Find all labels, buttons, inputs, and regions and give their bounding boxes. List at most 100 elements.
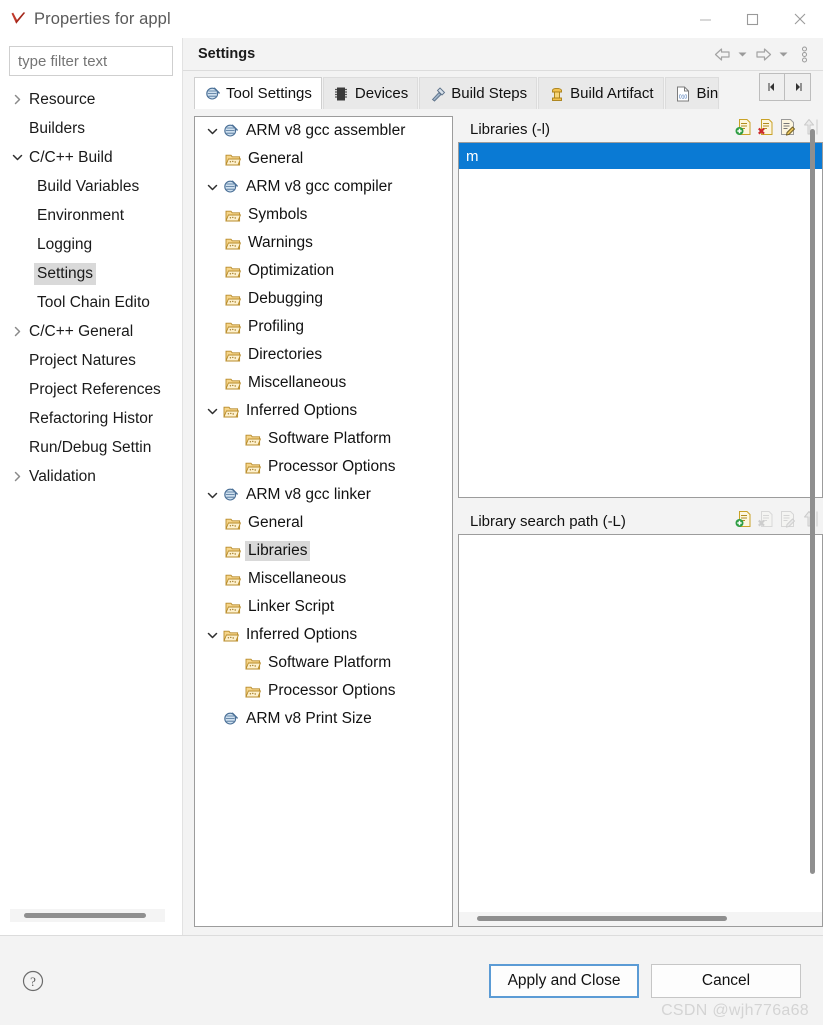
chevron-down-icon[interactable] <box>204 182 220 193</box>
chevron-down-icon[interactable] <box>204 126 220 137</box>
tab-scroll-prev-button[interactable] <box>759 73 785 101</box>
nav-horizontal-scrollbar[interactable] <box>10 909 165 922</box>
sidebar-item-build-variables[interactable]: Build Variables <box>0 172 182 201</box>
maximize-button[interactable] <box>729 0 776 38</box>
option-tree-item[interactable]: Miscellaneous <box>195 565 452 593</box>
tab-build-steps[interactable]: Build Steps <box>419 77 538 109</box>
option-tree-item[interactable]: Processor Options <box>195 453 452 481</box>
window-title: Properties for appl <box>34 9 171 28</box>
sidebar-item-resource[interactable]: Resource <box>0 85 182 114</box>
sidebar-item-c-c-build[interactable]: C/C++ Build <box>0 143 182 172</box>
tab-devices[interactable]: Devices <box>322 77 419 109</box>
option-tree-item[interactable]: Processor Options <box>195 677 452 705</box>
page-header-toolbar <box>711 42 823 66</box>
sidebar-item-label: Build Variables <box>37 177 140 195</box>
option-tree-item[interactable]: Symbols <box>195 201 452 229</box>
option-tree-item[interactable]: General <box>195 509 452 537</box>
library-search-path-horizontal-scrollbar[interactable] <box>459 912 822 926</box>
tab-bin[interactable]: 010 Bin <box>664 77 720 109</box>
chevron-right-icon[interactable] <box>8 326 26 337</box>
edit-library-icon[interactable] <box>779 118 797 141</box>
sidebar-item-label: C/C++ Build <box>29 148 113 166</box>
option-tree-item[interactable]: Software Platform <box>195 649 452 677</box>
option-tree-label: Directories <box>248 346 323 363</box>
option-tree-item[interactable]: Debugging <box>195 285 452 313</box>
chevron-down-icon[interactable] <box>204 406 220 417</box>
option-tree-item[interactable]: Linker Script <box>195 593 452 621</box>
option-tree-item[interactable]: Libraries <box>195 537 452 565</box>
help-icon[interactable]: ? <box>20 968 46 994</box>
sidebar-item-validation[interactable]: Validation <box>0 462 182 491</box>
library-search-path-list[interactable] <box>458 535 823 927</box>
scrollbar-thumb[interactable] <box>477 916 727 921</box>
option-tree-item[interactable]: Profiling <box>195 313 452 341</box>
apply-and-close-button[interactable]: Apply and Close <box>489 963 639 998</box>
forward-arrow-icon[interactable] <box>752 42 774 66</box>
tab-tool-settings[interactable]: Tool Settings <box>194 77 322 109</box>
option-tree-item[interactable]: ARM v8 gcc compiler <box>195 173 452 201</box>
option-tree-item[interactable]: Inferred Options <box>195 621 452 649</box>
option-tree-label: Processor Options <box>268 458 396 475</box>
filter-input[interactable] <box>9 46 173 76</box>
option-tree-label: Software Platform <box>268 430 392 447</box>
option-folder-icon <box>242 432 263 447</box>
sidebar-item-label: Builders <box>29 119 85 137</box>
option-tree-item[interactable]: ARM v8 gcc assembler <box>195 117 452 145</box>
back-dropdown-icon[interactable] <box>735 42 750 66</box>
chevron-right-icon[interactable] <box>8 471 26 482</box>
sidebar-item-project-references[interactable]: Project References <box>0 375 182 404</box>
option-tree-label: Linker Script <box>248 598 335 615</box>
delete-library-icon[interactable] <box>757 118 775 141</box>
option-tree-item[interactable]: General <box>195 145 452 173</box>
option-tree-item[interactable]: ARM v8 gcc linker <box>195 481 452 509</box>
build-steps-icon <box>428 86 447 102</box>
libraries-label: Libraries (-l) <box>470 120 551 138</box>
chevron-right-icon[interactable] <box>8 94 26 105</box>
close-button[interactable] <box>776 0 823 38</box>
libraries-group: Libraries (-l) m <box>458 116 823 498</box>
option-tree-item[interactable]: Directories <box>195 341 452 369</box>
option-folder-icon <box>222 348 243 363</box>
sidebar-item-run-debug-settin[interactable]: Run/Debug Settin <box>0 433 182 462</box>
sidebar-item-c-c-general[interactable]: C/C++ General <box>0 317 182 346</box>
option-tree-item[interactable]: Warnings <box>195 229 452 257</box>
sidebar-item-project-natures[interactable]: Project Natures <box>0 346 182 375</box>
sidebar-item-settings[interactable]: Settings <box>0 259 182 288</box>
add-library-icon[interactable] <box>735 118 753 141</box>
chevron-down-icon[interactable] <box>8 152 26 163</box>
sidebar-item-builders[interactable]: Builders <box>0 114 182 143</box>
window-controls <box>682 0 823 38</box>
scrollbar-thumb[interactable] <box>810 129 815 874</box>
option-tree-item[interactable]: Optimization <box>195 257 452 285</box>
option-tree-item[interactable]: Miscellaneous <box>195 369 452 397</box>
page-vertical-scrollbar[interactable] <box>806 115 819 929</box>
option-tree-item[interactable]: Inferred Options <box>195 397 452 425</box>
libraries-list[interactable]: m <box>458 143 823 498</box>
forward-dropdown-icon[interactable] <box>776 42 791 66</box>
tab-list[interactable]: Tool Settings Devices Build Steps Build Art… <box>194 77 759 109</box>
tab-scroll-next-button[interactable] <box>785 73 811 101</box>
scrollbar-thumb[interactable] <box>24 913 146 918</box>
svg-text:?: ? <box>30 974 36 989</box>
tool-option-tree[interactable]: ARM v8 gcc assembler General ARM v8 gcc co… <box>194 116 453 927</box>
sidebar-item-environment[interactable]: Environment <box>0 201 182 230</box>
minimize-button[interactable] <box>682 0 729 38</box>
sidebar-item-refactoring-histor[interactable]: Refactoring Histor <box>0 404 182 433</box>
option-tree-label: Symbols <box>248 206 308 223</box>
add-path-icon[interactable] <box>735 510 753 533</box>
watermark: CSDN @wjh776a68 <box>661 1002 809 1019</box>
sidebar-item-logging[interactable]: Logging <box>0 230 182 259</box>
properties-dialog: Properties for appl ResourceBuildersC/C+ <box>0 0 823 1025</box>
chevron-down-icon[interactable] <box>204 490 220 501</box>
cancel-button[interactable]: Cancel <box>651 963 801 998</box>
option-folder-icon <box>222 264 243 279</box>
sidebar-item-tool-chain-edito[interactable]: Tool Chain Edito <box>0 288 182 317</box>
view-menu-icon[interactable] <box>793 42 815 66</box>
tab-build-artifact[interactable]: Build Artifact <box>538 77 664 109</box>
back-arrow-icon[interactable] <box>711 42 733 66</box>
option-tree-item[interactable]: ARM v8 Print Size <box>195 705 452 733</box>
list-item[interactable]: m <box>459 143 822 169</box>
settings-nav-tree[interactable]: Resource Builders C/C++ Build Build Variabl… <box>0 82 182 935</box>
chevron-down-icon[interactable] <box>204 630 220 641</box>
option-tree-item[interactable]: Software Platform <box>195 425 452 453</box>
